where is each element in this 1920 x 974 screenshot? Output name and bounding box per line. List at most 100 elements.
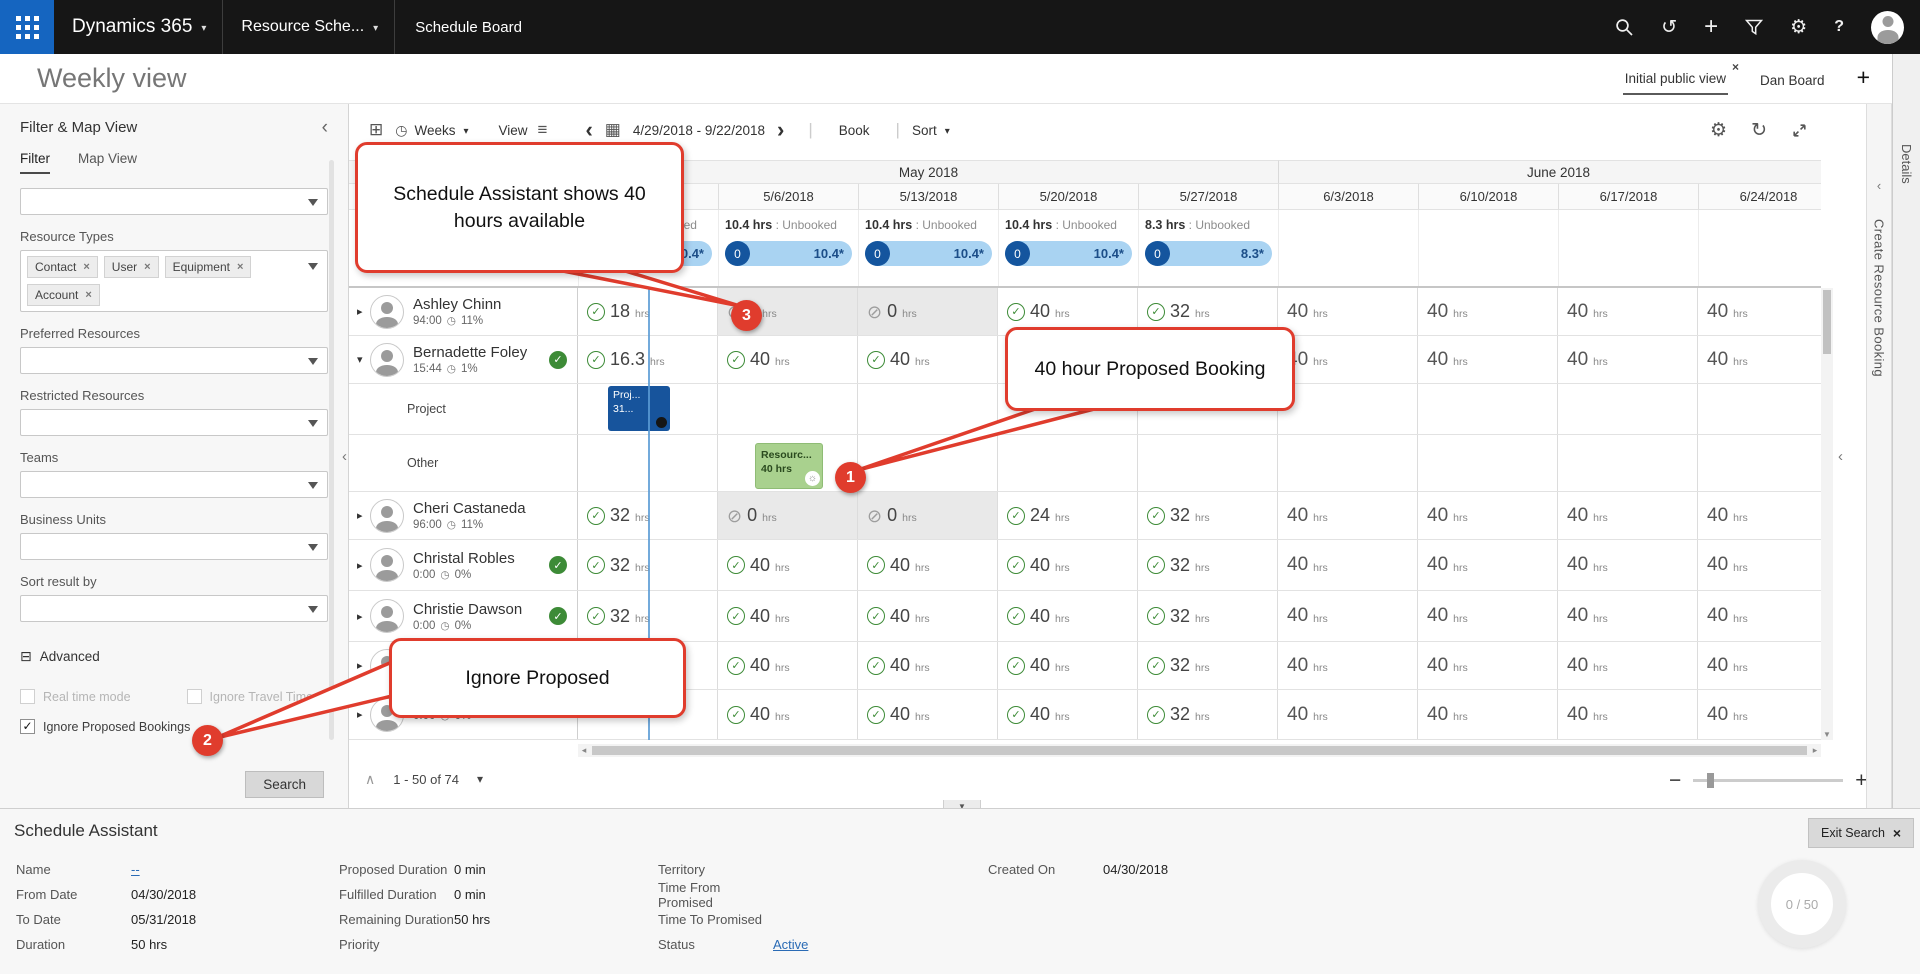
resource-name-cell[interactable]: ▸Christal Robles0:00◷0%✓ [349, 540, 578, 590]
proposed-booking-block[interactable]: Resourc...40 hrs☼ [755, 443, 823, 489]
grid-cell[interactable]: 40hrs [1558, 492, 1698, 539]
expand-rail-icon[interactable]: ‹ [1867, 178, 1891, 193]
expander-icon[interactable]: ▸ [357, 509, 370, 522]
grid-cell[interactable]: ✓32hrs [1138, 642, 1278, 689]
grid-cell[interactable]: ✓24hrs [998, 492, 1138, 539]
capacity-bar[interactable]: 010.4* [865, 241, 992, 266]
details-rail[interactable]: Details [1892, 54, 1920, 808]
page-up-icon[interactable]: ∧ [365, 771, 375, 788]
grid-cell[interactable] [998, 435, 1138, 491]
filter-select-restricted-resources[interactable] [20, 409, 328, 436]
remove-tag-icon[interactable]: × [237, 261, 243, 273]
grid-cell[interactable]: 40hrs [1278, 540, 1418, 590]
grid-cell[interactable]: 40hrs [1558, 288, 1698, 335]
grid-cell[interactable]: ✓40hrs [718, 690, 858, 739]
grid-cell[interactable]: 40hrs [1278, 288, 1418, 335]
filter-icon[interactable] [1745, 19, 1763, 36]
grid-cell[interactable]: 40hrs [1558, 336, 1698, 383]
grid-cell[interactable]: 40hrs [1698, 336, 1821, 383]
remove-tag-icon[interactable]: × [83, 261, 89, 273]
filter-select-teams[interactable] [20, 471, 328, 498]
grid-cell[interactable]: 40hrs [1278, 492, 1418, 539]
grid-cell[interactable]: 40hrs [1558, 591, 1698, 641]
grid-cell[interactable]: 40hrs [1418, 336, 1558, 383]
grid-cell[interactable]: 40hrs [1698, 540, 1821, 590]
list-view-icon[interactable]: ≡ [538, 120, 548, 140]
scrollbar-thumb[interactable] [592, 746, 1807, 755]
chevron-down-icon[interactable]: ▾ [373, 23, 378, 34]
date-range[interactable]: 4/29/2018 - 9/22/2018 [633, 123, 765, 138]
advanced-section-toggle[interactable]: ⊟Advanced [20, 648, 328, 665]
grid-cell[interactable] [1138, 435, 1278, 491]
create-resource-booking-rail[interactable]: ‹ Create Resource Booking [1866, 104, 1892, 808]
next-period-button[interactable]: › [777, 119, 784, 141]
calendar-icon[interactable]: ▦ [605, 120, 621, 140]
resource-type-tag-account[interactable]: Account× [27, 284, 100, 306]
checkbox-ignore-proposed-bookings[interactable]: ✓Ignore Proposed Bookings [20, 719, 190, 734]
grid-cell[interactable]: ✓40hrs [858, 642, 998, 689]
add-board-tab-button[interactable]: + [1857, 64, 1870, 95]
expander-icon[interactable]: ▸ [357, 305, 370, 318]
grid-cell[interactable]: 40hrs [1418, 288, 1558, 335]
collapse-filter-panel-icon[interactable]: ‹ [342, 448, 347, 465]
grid-cell[interactable]: ✓32hrs [1138, 690, 1278, 739]
expander-icon[interactable]: ▸ [357, 559, 370, 572]
grid-cell[interactable]: 40hrs [1418, 540, 1558, 590]
booking-block[interactable]: Proj...31... [608, 386, 670, 431]
vertical-scrollbar[interactable]: ▼ [1821, 288, 1833, 740]
scroll-down-icon[interactable]: ▼ [1821, 730, 1833, 739]
resource-name-cell[interactable]: ▸Christie Dawson0:00◷0%✓ [349, 591, 578, 641]
grid-cell[interactable]: 40hrs [1698, 288, 1821, 335]
grid-cell[interactable]: 40hrs [1278, 591, 1418, 641]
grid-cell[interactable]: 40hrs [1418, 492, 1558, 539]
grid-cell[interactable]: 40hrs [1698, 690, 1821, 739]
grid-cell[interactable]: 40hrs [1278, 642, 1418, 689]
scroll-right-icon[interactable]: ▸ [1809, 745, 1821, 756]
grid-cell[interactable]: ✓40hrs [858, 336, 998, 383]
scroll-left-icon[interactable]: ◂ [578, 745, 590, 756]
grid-cell[interactable]: ✓40hrs [858, 540, 998, 590]
resource-name-cell[interactable]: ▸Cheri Castaneda96:00◷11% [349, 492, 578, 539]
user-avatar[interactable] [1871, 11, 1904, 44]
page-down-icon[interactable]: ▾ [477, 772, 483, 786]
expander-icon[interactable]: ▸ [357, 708, 370, 721]
filter-select-business-units[interactable] [20, 533, 328, 560]
board-settings-icon[interactable]: ⚙ [1710, 119, 1727, 142]
capacity-bar[interactable]: 08.3* [1145, 241, 1272, 266]
filter-select-sort-result-by[interactable] [20, 595, 328, 622]
refresh-icon[interactable]: ↻ [1751, 119, 1767, 142]
resource-type-tag-user[interactable]: User× [104, 256, 159, 278]
grid-cell[interactable]: ✓32hrs [1138, 540, 1278, 590]
grid-cell[interactable]: 40hrs [1558, 690, 1698, 739]
resource-name-cell[interactable]: ▾Bernadette Foley15:44◷1%✓ [349, 336, 578, 383]
filter-select-preferred-resources[interactable] [20, 347, 328, 374]
resource-type-tag-equipment[interactable]: Equipment× [165, 256, 252, 278]
close-tab-icon[interactable]: × [1732, 60, 1739, 74]
board-grid-icon[interactable]: ⊞ [369, 120, 383, 140]
remove-tag-icon[interactable]: × [144, 261, 150, 273]
grid-cell[interactable]: ✓32hrs [1138, 492, 1278, 539]
grid-cell[interactable]: ✓40hrs [998, 642, 1138, 689]
grid-cell[interactable] [858, 435, 998, 491]
tab-dan-board[interactable]: Dan Board [1758, 65, 1827, 95]
panel-scrollbar[interactable] [329, 160, 334, 740]
grid-cell[interactable]: ✓40hrs [718, 591, 858, 641]
module-switcher[interactable]: Resource Sche... [241, 18, 364, 36]
tab-filter[interactable]: Filter [20, 151, 50, 174]
resource-name-cell[interactable]: ▸Ashley Chinn94:00◷11% [349, 288, 578, 335]
grid-cell[interactable]: 40hrs [1278, 690, 1418, 739]
grid-cell[interactable]: ⊘0hrs [718, 492, 858, 539]
grid-cell[interactable] [1698, 384, 1821, 434]
grid-cell[interactable]: ✓40hrs [718, 336, 858, 383]
grid-cell[interactable]: 40hrs [1418, 690, 1558, 739]
grid-cell[interactable]: 40hrs [1278, 336, 1418, 383]
settings-gear-icon[interactable]: ⚙ [1790, 18, 1807, 37]
waffle-icon[interactable] [0, 0, 54, 54]
scale-selector[interactable]: Weeks [414, 123, 455, 138]
sort-button[interactable]: Sort [912, 123, 937, 138]
grid-cell[interactable]: ✓40hrs [998, 540, 1138, 590]
help-icon[interactable]: ? [1834, 19, 1844, 35]
zoom-slider-thumb[interactable] [1707, 773, 1714, 788]
remove-tag-icon[interactable]: × [85, 289, 91, 301]
checkbox-real-time-mode[interactable]: Real time mode [20, 689, 131, 704]
